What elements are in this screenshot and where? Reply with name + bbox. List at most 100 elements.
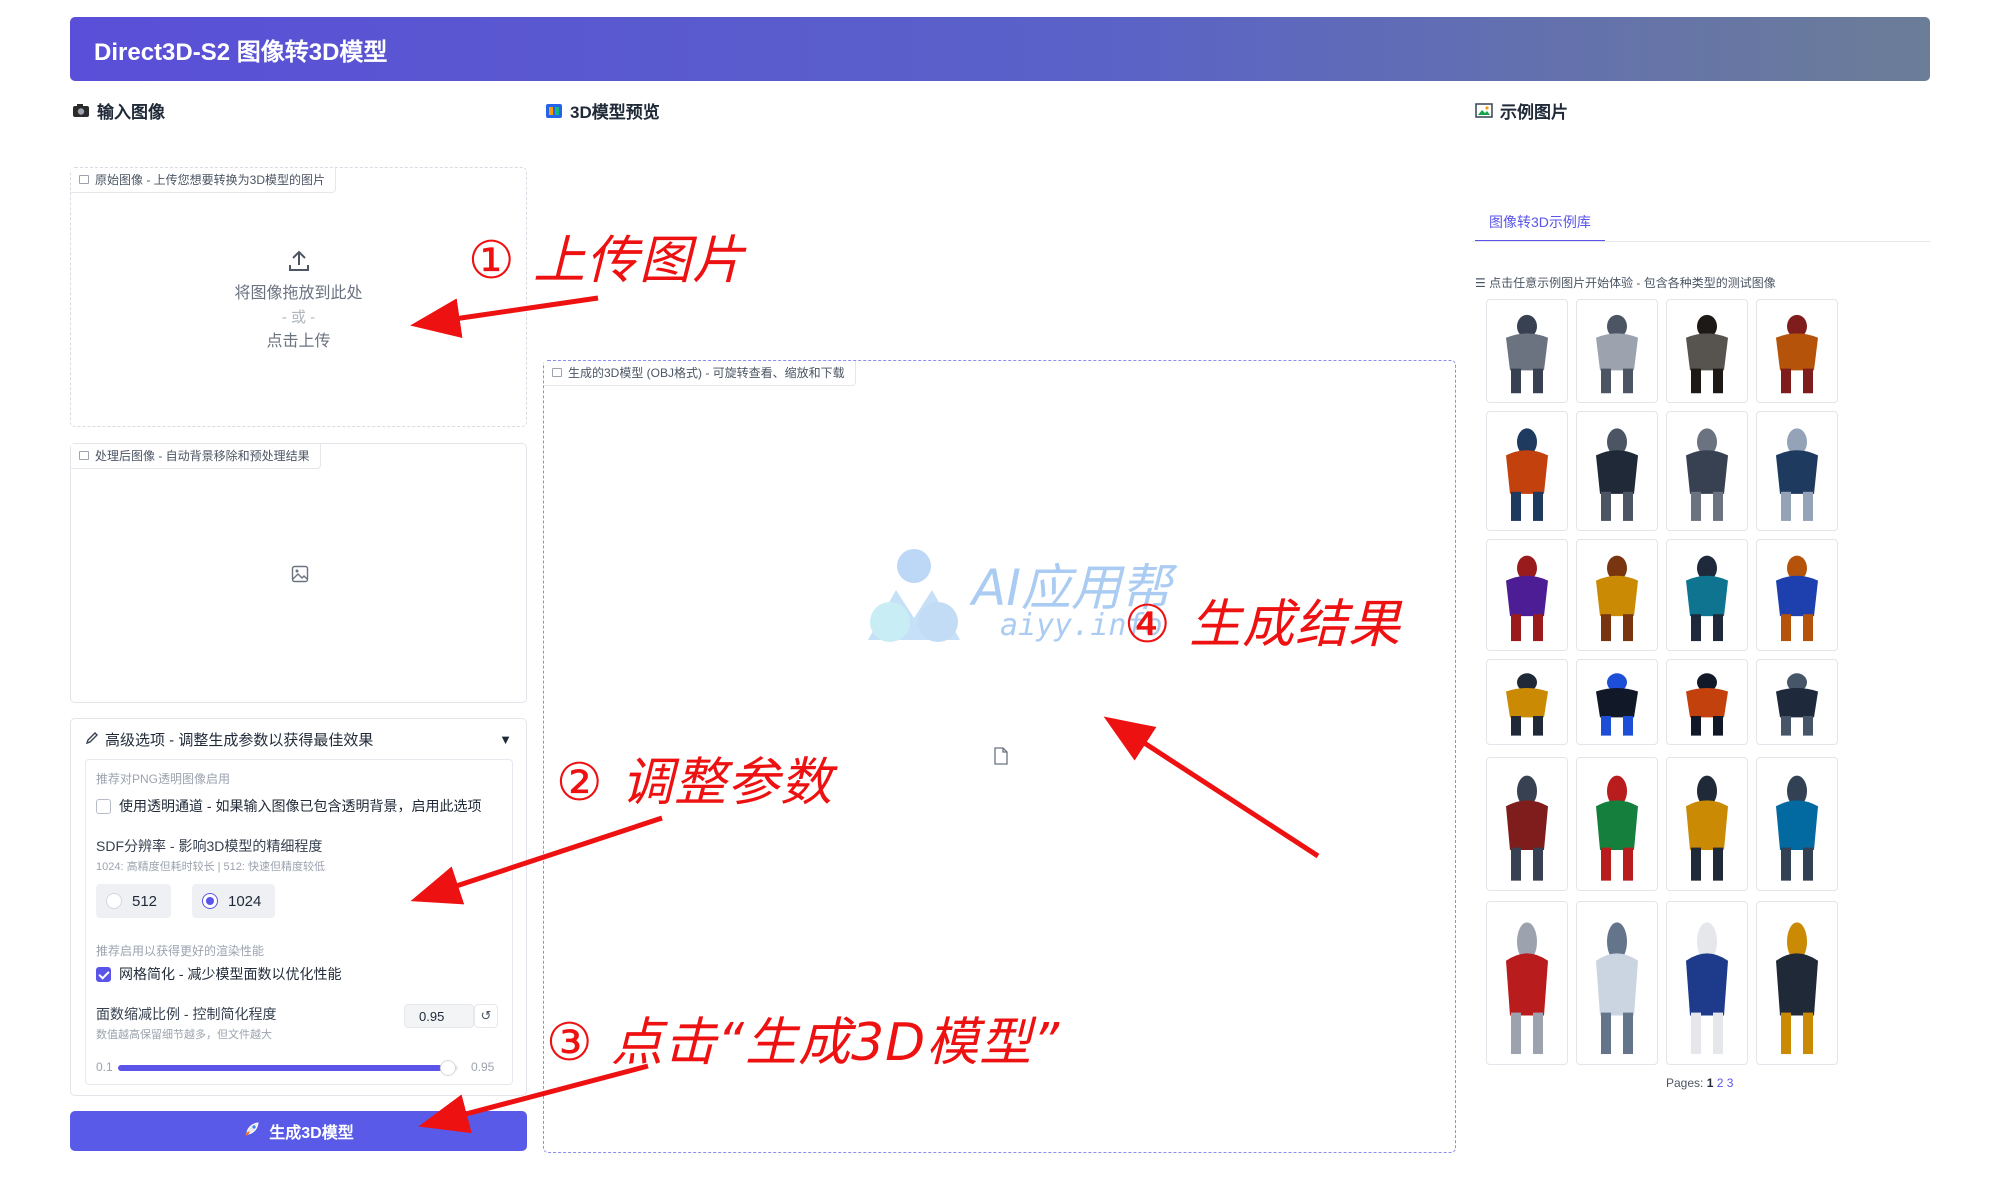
- advanced-options-header[interactable]: 高级选项 - 调整生成参数以获得最佳效果 ▼: [85, 729, 512, 750]
- input-section-title: 输入图像: [72, 98, 165, 123]
- transparent-label: 使用透明通道 - 如果输入图像已包含透明背景，启用此选项: [119, 798, 482, 814]
- ratio-min-label: 0.1: [96, 1060, 113, 1074]
- radio-512[interactable]: [106, 893, 122, 909]
- ratio-number-input[interactable]: 0.95: [404, 1004, 474, 1028]
- yellow-mech-walker-image: [1686, 775, 1728, 881]
- annotation-upload: ① 上传图片: [468, 231, 746, 291]
- example-thumb-black-mech-knight[interactable]: [1576, 411, 1658, 531]
- simplify-label: 网格简化 - 减少模型面数以优化性能: [119, 966, 342, 982]
- ratio-reset-button[interactable]: ↺: [474, 1004, 498, 1028]
- green-rider-image: [1596, 775, 1638, 881]
- example-thumb-yellow-beast[interactable]: [1576, 539, 1658, 651]
- sdf-option-512[interactable]: 512: [96, 884, 172, 918]
- example-thumb-helmet-motorcycle[interactable]: [1666, 659, 1748, 745]
- annotation-click-generate: ③ 点击“生成3D模型”: [546, 1013, 1061, 1073]
- example-thumb-orc-warrior[interactable]: [1486, 411, 1568, 531]
- ratio-label: 面数缩减比例 - 控制简化程度: [96, 1006, 277, 1022]
- example-thumb-robot-warrior[interactable]: [1756, 539, 1838, 651]
- page-1-link[interactable]: 1: [1707, 1076, 1714, 1090]
- examples-section-title: 示例图片: [1475, 98, 1568, 123]
- click-upload-text[interactable]: 点击上传: [71, 330, 526, 354]
- ratio-slider-handle[interactable]: [440, 1060, 456, 1076]
- example-thumb-blue-dragon[interactable]: [1756, 659, 1838, 745]
- example-thumb-military-vehicle[interactable]: [1576, 299, 1658, 403]
- image-icon: [79, 451, 89, 460]
- picture-icon: [1475, 103, 1493, 118]
- example-thumb-rider-motorcycle[interactable]: [1576, 659, 1658, 745]
- gallery-hint: ☰ 点击任意示例图片开始体验 - 包含各种类型的测试图像: [1475, 276, 1776, 290]
- ratio-hint: 数值越高保留细节越多，但文件越大: [96, 1029, 272, 1041]
- red-mecha-image: [1506, 922, 1548, 1055]
- example-thumb-horned-demon[interactable]: [1756, 299, 1838, 403]
- purple-demon-image: [1506, 555, 1548, 642]
- round-robot-image: [1686, 555, 1728, 642]
- upload-prompt[interactable]: 将图像拖放到此处 - 或 - 点击上传: [71, 248, 526, 354]
- armored-car-image: [1506, 314, 1548, 394]
- upload-dropzone[interactable]: 原始图像 - 上传您想要转换为3D模型的图片 将图像拖放到此处 - 或 - 点击…: [70, 167, 527, 427]
- example-thumb-armored-car[interactable]: [1486, 299, 1568, 403]
- input-section-label: 输入图像: [97, 103, 165, 122]
- watermark-logo-icon: [862, 548, 966, 649]
- collapse-triangle-icon[interactable]: ▼: [499, 732, 512, 747]
- axe-warrior-image: [1686, 428, 1728, 521]
- example-thumb-round-robot[interactable]: [1666, 539, 1748, 651]
- image-icon: [79, 175, 89, 184]
- page-3-link[interactable]: 3: [1727, 1076, 1734, 1090]
- upload-label-text: 原始图像 - 上传您想要转换为3D模型的图片: [95, 173, 326, 187]
- app-title: Direct3D-S2 图像转3D模型: [94, 38, 388, 66]
- pages-label: Pages:: [1666, 1076, 1704, 1090]
- furry-monster-image: [1776, 428, 1818, 521]
- advanced-options-title: 高级选项 - 调整生成参数以获得最佳效果: [105, 732, 374, 749]
- example-thumb-white-mecha[interactable]: [1576, 901, 1658, 1065]
- steampunk-buggy-image: [1686, 314, 1728, 394]
- blue-mech-walker-image: [1776, 775, 1818, 881]
- example-thumb-steampunk-buggy[interactable]: [1666, 299, 1748, 403]
- bear-robot-image: [1776, 922, 1818, 1055]
- robot-warrior-image: [1776, 555, 1818, 642]
- radio-1024-label: 1024: [228, 892, 262, 910]
- example-thumb-purple-demon[interactable]: [1486, 539, 1568, 651]
- file-icon: [552, 368, 562, 377]
- tab-example-gallery[interactable]: 图像转3D示例库: [1475, 212, 1605, 242]
- annotation-result: ④ 生成结果: [1124, 595, 1402, 655]
- radio-512-label: 512: [132, 892, 158, 910]
- model-panel-label: 生成的3D模型 (OBJ格式) - 可旋转查看、缩放和下载: [544, 361, 856, 386]
- radio-1024[interactable]: [202, 893, 218, 909]
- example-thumb-furry-monster[interactable]: [1756, 411, 1838, 531]
- example-thumb-green-rider[interactable]: [1576, 757, 1658, 891]
- horned-demon-image: [1776, 314, 1818, 394]
- model-label-text: 生成的3D模型 (OBJ格式) - 可旋转查看、缩放和下载: [568, 366, 845, 380]
- black-mech-knight-image: [1596, 428, 1638, 521]
- example-thumb-axe-warrior[interactable]: [1666, 411, 1748, 531]
- pencil-icon: [85, 731, 99, 749]
- example-thumb-red-mecha[interactable]: [1486, 901, 1568, 1065]
- example-thumb-blue-mecha[interactable]: [1666, 901, 1748, 1065]
- generate-3d-button[interactable]: 生成3D模型: [70, 1111, 527, 1151]
- advanced-options-panel: 高级选项 - 调整生成参数以获得最佳效果 ▼ 推荐对PNG透明图像启用 使用透明…: [70, 718, 527, 1096]
- helmet-motorcycle-image: [1686, 673, 1728, 736]
- red-dragon-image: [1506, 775, 1548, 881]
- transparent-channel-option[interactable]: 使用透明通道 - 如果输入图像已包含透明背景，启用此选项: [96, 796, 481, 816]
- transparent-checkbox[interactable]: [96, 798, 111, 814]
- example-thumb-red-dragon[interactable]: [1486, 757, 1568, 891]
- simplify-checkbox[interactable]: [96, 966, 111, 982]
- example-thumb-bear-robot[interactable]: [1756, 901, 1838, 1065]
- example-thumb-wasp[interactable]: [1486, 659, 1568, 745]
- app-header: Direct3D-S2 图像转3D模型: [70, 17, 1930, 81]
- processed-label-text: 处理后图像 - 自动背景移除和预处理结果: [95, 449, 310, 463]
- yellow-beast-image: [1596, 555, 1638, 642]
- rocket-icon: [243, 1120, 261, 1143]
- orc-warrior-image: [1506, 428, 1548, 521]
- or-text: - 或 -: [281, 309, 316, 326]
- example-thumb-yellow-mech-walker[interactable]: [1666, 757, 1748, 891]
- drop-text: 将图像拖放到此处: [234, 285, 363, 302]
- image-placeholder-icon: [291, 565, 309, 588]
- sdf-option-1024[interactable]: 1024: [192, 884, 276, 918]
- mesh-simplify-option[interactable]: 网格简化 - 减少模型面数以优化性能: [96, 964, 341, 984]
- simplify-hint: 推荐启用以获得更好的渲染性能: [96, 944, 265, 958]
- ratio-slider-track[interactable]: [118, 1060, 458, 1076]
- example-thumb-blue-mech-walker[interactable]: [1756, 757, 1838, 891]
- examples-section-label: 示例图片: [1500, 103, 1568, 122]
- cube-icon: [545, 103, 563, 118]
- page-2-link[interactable]: 2: [1717, 1076, 1724, 1090]
